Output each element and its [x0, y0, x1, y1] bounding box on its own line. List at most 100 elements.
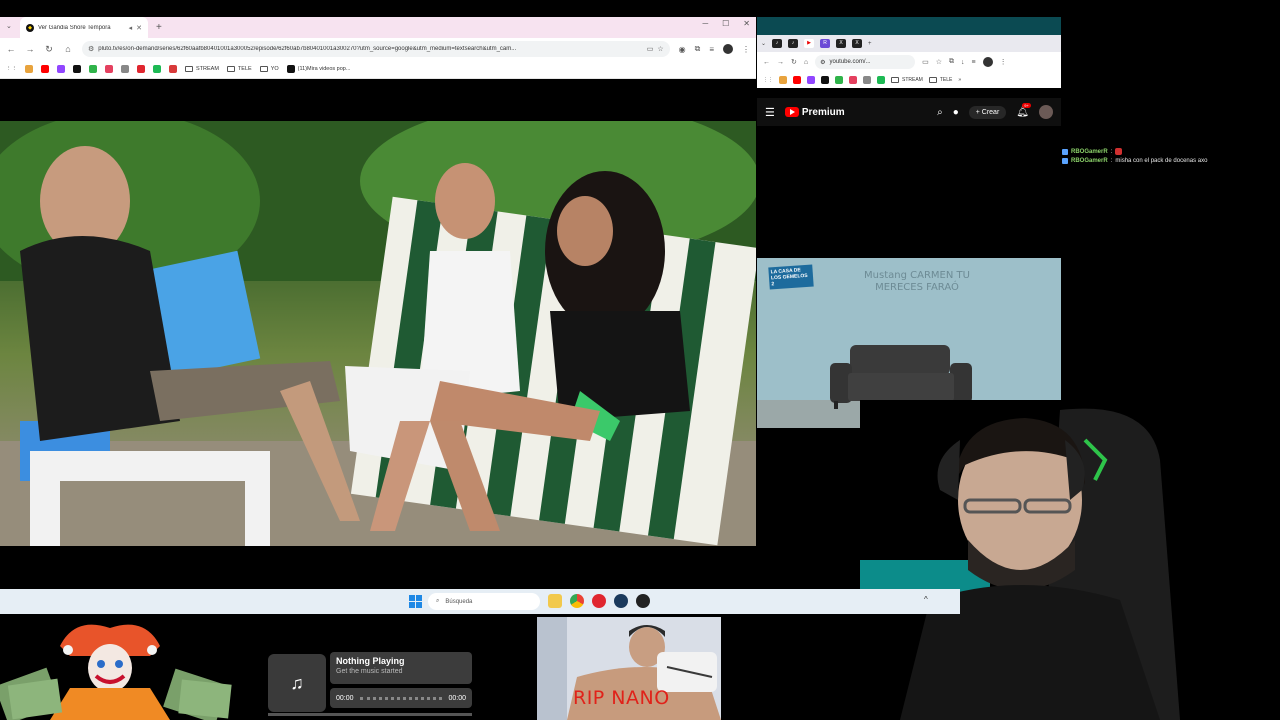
kick-bookmark-icon[interactable]	[89, 65, 97, 73]
menu-dots-icon[interactable]: ⋮	[742, 45, 750, 54]
bookmark-folder-stream[interactable]: STREAM	[891, 77, 923, 83]
instagram-bookmark-icon[interactable]	[105, 65, 113, 73]
now-playing-card: Nothing Playing Get the music started	[330, 652, 472, 684]
tab-x-2[interactable]: X	[852, 39, 863, 48]
menu-list-icon[interactable]: ≡	[972, 59, 976, 66]
bookmark-icon-1[interactable]	[779, 76, 787, 84]
tab-mini-1[interactable]: ♪	[772, 39, 783, 48]
microphone-icon[interactable]: ●	[953, 107, 959, 118]
menu-dots-icon[interactable]: ⋮	[1000, 58, 1007, 66]
folder-icon	[928, 77, 937, 83]
bookmark-star-icon[interactable]: ☆	[657, 45, 663, 53]
chrome-icon[interactable]	[570, 594, 584, 608]
bookmark-folder-tele[interactable]: TELE	[226, 66, 252, 72]
taskbar-search[interactable]: ⌕ Búsqueda	[428, 593, 540, 610]
now-playing-title: Nothing Playing	[336, 656, 405, 666]
cast-icon[interactable]: ▭	[647, 45, 654, 53]
profile-avatar[interactable]	[982, 57, 993, 67]
youtube-bookmark-icon[interactable]	[793, 76, 801, 84]
bookmark-icon-8[interactable]	[877, 76, 885, 84]
forward-arrow-icon[interactable]: →	[777, 59, 784, 66]
forward-arrow-icon[interactable]: →	[25, 44, 35, 54]
extensions-icon[interactable]: ⧉	[949, 58, 954, 66]
tab-youtube-active[interactable]: ▶	[804, 39, 815, 48]
tab-close-icon[interactable]: ✕	[136, 24, 142, 32]
folder-label: STREAM	[196, 66, 219, 72]
search-icon[interactable]: ⌕	[937, 107, 943, 118]
reload-icon[interactable]: ↻	[44, 44, 54, 55]
minimize-icon[interactable]: ─	[702, 19, 708, 28]
bookmark-folder-yo[interactable]: YO	[259, 66, 279, 72]
create-button[interactable]: + Crear	[968, 105, 1007, 119]
opera-icon[interactable]	[592, 594, 606, 608]
stream-screen: ⌄ ◆ Ver Gandia Shore Tempora ◂ ✕ + ─ ☐ ✕…	[0, 0, 1280, 720]
tiktok-bookmark-icon[interactable]	[73, 65, 81, 73]
back-arrow-icon[interactable]: ←	[763, 59, 770, 66]
speaker-icon[interactable]: ◂	[129, 24, 133, 32]
tab-search-chevron-icon[interactable]: ⌄	[6, 22, 12, 30]
bookmark-icon-7[interactable]	[863, 76, 871, 84]
youtube-premium-logo[interactable]: Premium	[784, 107, 845, 118]
tiktok-bookmark-icon[interactable]	[821, 76, 829, 84]
reload-icon[interactable]: ↻	[791, 58, 797, 66]
video-frame[interactable]	[0, 121, 756, 546]
bookmark-star-icon[interactable]: ☆	[936, 58, 942, 66]
new-tab-button[interactable]: +	[156, 22, 162, 33]
bookmark-icon-1[interactable]	[25, 65, 33, 73]
address-bar[interactable]: ⚙ youtube.com/...	[815, 55, 916, 69]
notifications-bell-icon[interactable]: 🔔︎ 9+	[1016, 102, 1031, 118]
instagram-bookmark-icon[interactable]	[849, 76, 857, 84]
steam-icon[interactable]	[614, 594, 628, 608]
chat-username: RBOGamerR	[1071, 158, 1108, 164]
folder-icon	[185, 66, 193, 72]
twitch-bookmark-icon[interactable]	[57, 65, 65, 73]
media-icon[interactable]: ◉	[679, 45, 686, 54]
system-tray-chevron-icon[interactable]: ^	[924, 595, 928, 604]
hamburger-menu-icon[interactable]: ☰	[765, 106, 775, 119]
back-arrow-icon[interactable]: ←	[6, 44, 16, 54]
home-icon[interactable]: ⌂	[63, 44, 73, 54]
downloads-icon[interactable]: ≡	[709, 45, 714, 54]
maximize-icon[interactable]: ☐	[722, 19, 729, 28]
close-window-icon[interactable]: ✕	[743, 19, 750, 28]
apps-grid-icon[interactable]: ⋮⋮	[763, 77, 773, 83]
bookmark-folder-stream[interactable]: STREAM	[185, 66, 219, 72]
taskbar-apps	[548, 594, 650, 608]
downloads-icon[interactable]: ↓	[961, 59, 965, 66]
youtube-avatar[interactable]	[1039, 105, 1053, 119]
tab-x-1[interactable]: X	[836, 39, 847, 48]
home-icon[interactable]: ⌂	[804, 59, 808, 66]
more-bookmarks-icon[interactable]: »	[958, 77, 961, 83]
tiktok-icon	[286, 65, 295, 73]
new-tab-button[interactable]: +	[868, 41, 872, 47]
folder-label: STREAM	[902, 77, 923, 83]
bookmark-tiktok-videos[interactable]: (11)Mira videos pop...	[286, 65, 350, 73]
music-progress-bar	[268, 713, 472, 716]
bookmark-icon-9[interactable]	[153, 65, 161, 73]
bookmark-icon-7[interactable]	[121, 65, 129, 73]
bookmark-icon-10[interactable]	[169, 65, 177, 73]
tab-mini-4[interactable]: R	[820, 39, 831, 48]
twitch-bookmark-icon[interactable]	[807, 76, 815, 84]
cast-icon[interactable]: ▭	[922, 58, 929, 66]
rip-text: RIP NANO	[573, 687, 670, 709]
site-info-icon[interactable]: ⚙	[88, 45, 94, 53]
tab-search-chevron-icon[interactable]: ⌄	[761, 40, 766, 47]
youtube-bookmark-icon[interactable]	[41, 65, 49, 73]
profile-avatar[interactable]	[723, 44, 733, 54]
tab-pluto[interactable]: ◆ Ver Gandia Shore Tempora ◂ ✕	[20, 17, 148, 38]
tab-mini-2[interactable]: ♪	[788, 39, 799, 48]
chat-colon: :	[1110, 148, 1113, 155]
site-info-icon[interactable]: ⚙	[820, 59, 825, 66]
video-player[interactable]	[0, 79, 756, 589]
bookmark-folder-tele[interactable]: TELE	[928, 77, 952, 83]
obs-icon[interactable]	[636, 594, 650, 608]
apps-grid-icon[interactable]: ⋮⋮	[6, 66, 17, 72]
extensions-icon[interactable]: ⧉	[695, 44, 701, 54]
file-explorer-icon[interactable]	[548, 594, 562, 608]
windows-start-icon[interactable]	[409, 595, 422, 608]
bookmark-icon-8[interactable]	[137, 65, 145, 73]
address-bar[interactable]: ⚙ pluto.tv/es/on-demand/series/62f60aafb…	[82, 41, 670, 57]
notification-badge: 9+	[1022, 102, 1031, 108]
kick-bookmark-icon[interactable]	[835, 76, 843, 84]
